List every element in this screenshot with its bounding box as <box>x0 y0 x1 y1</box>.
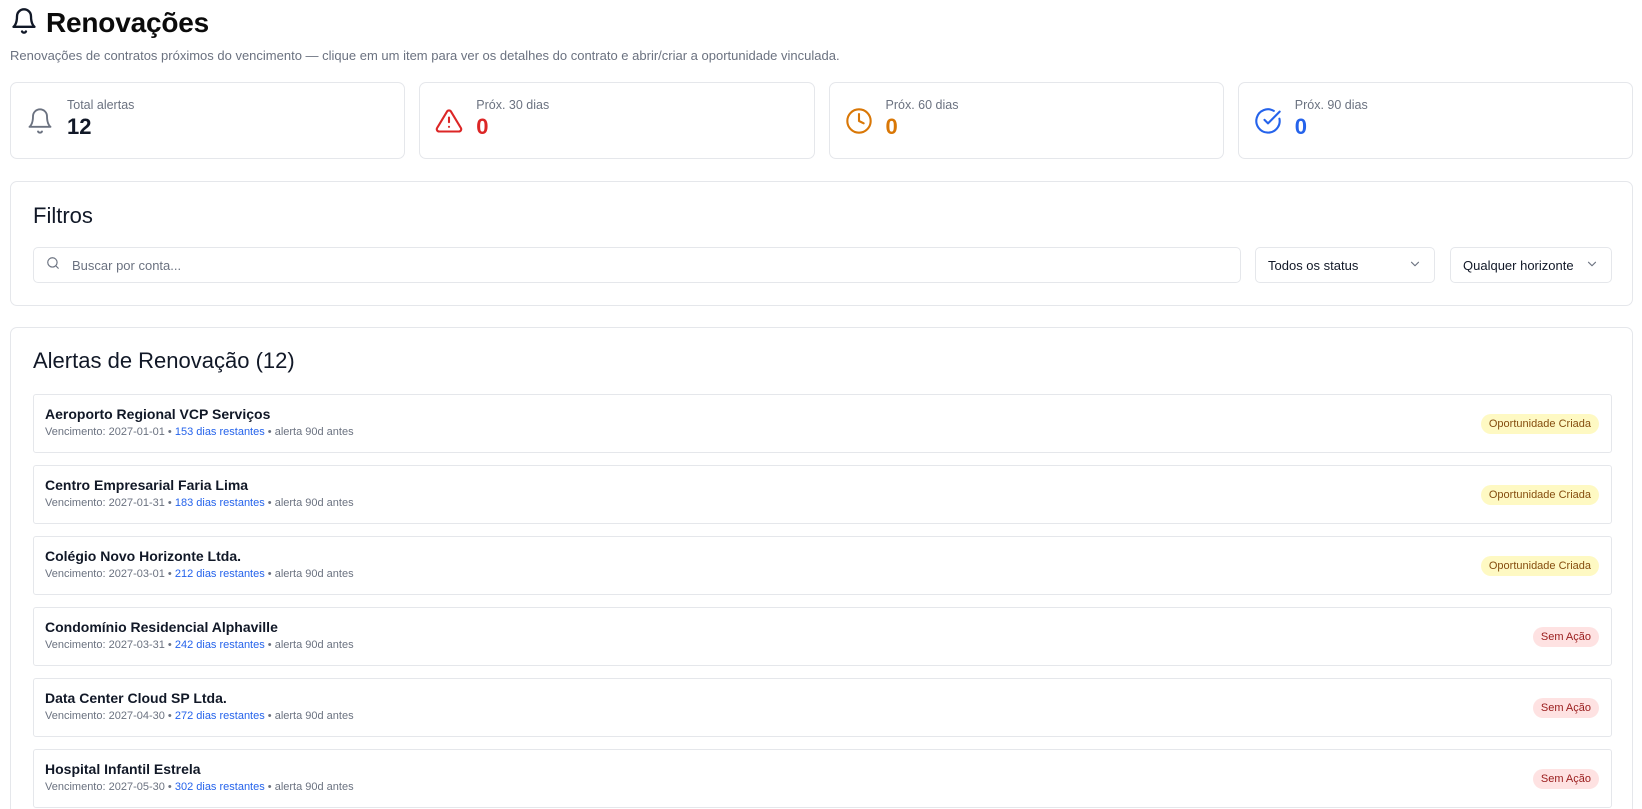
alert-account-name: Centro Empresarial Faria Lima <box>45 477 249 493</box>
stat-label: Total alertas <box>67 97 135 112</box>
title-row: Renovações <box>10 6 1630 40</box>
alert-meta: Vencimento: 2027-04-30 • 272 dias restan… <box>45 710 354 722</box>
stat-label: Próx. 90 dias <box>1294 97 1368 112</box>
status-select[interactable]: Todos os status <box>1255 247 1435 283</box>
horizon-select[interactable]: Qualquer horizonte <box>1450 247 1612 283</box>
status-badge: Oportunidade Criada <box>1480 414 1599 434</box>
filters-title: Filtros <box>33 203 93 228</box>
alert-account-name: Condomínio Residencial Alphaville <box>45 619 278 635</box>
alert-item[interactable]: Condomínio Residencial Alphaville Vencim… <box>33 607 1612 666</box>
search-box[interactable] <box>33 247 1241 283</box>
stat-card-90-days: Próx. 90 dias 0 <box>1237 82 1633 159</box>
status-badge: Oportunidade Criada <box>1480 556 1599 576</box>
check-circle-icon <box>1253 106 1283 136</box>
stat-label: Próx. 60 dias <box>885 97 959 112</box>
alert-days-remaining: 272 dias restantes <box>174 710 265 722</box>
alert-meta: Vencimento: 2027-01-01 • 153 dias restan… <box>45 426 354 438</box>
alert-meta: Vencimento: 2027-01-31 • 183 dias restan… <box>45 497 354 509</box>
alert-item[interactable]: Colégio Novo Horizonte Ltda. Vencimento:… <box>33 536 1612 595</box>
alert-lead-time: alerta 90d antes <box>274 497 354 509</box>
alert-days-remaining: 153 dias restantes <box>174 426 265 438</box>
alert-days-remaining: 302 dias restantes <box>174 781 265 793</box>
search-icon <box>46 256 60 275</box>
alert-lead-time: alerta 90d antes <box>274 568 354 580</box>
alert-days-remaining: 183 dias restantes <box>174 497 265 509</box>
alert-meta: Vencimento: 2027-03-31 • 242 dias restan… <box>45 639 354 651</box>
alert-account-name: Hospital Infantil Estrela <box>45 761 201 777</box>
search-input[interactable] <box>72 257 1172 273</box>
stats-row: Total alertas 12 Próx. 30 dias 0 Próx. 6… <box>10 82 1633 159</box>
alerts-panel: Alertas de Renovação (12) Aeroporto Regi… <box>10 327 1633 809</box>
bell-icon <box>10 7 38 40</box>
alert-due-date: Vencimento: 2027-05-30 <box>45 781 165 793</box>
alerts-title: Alertas de Renovação (12) <box>33 348 295 373</box>
stat-card-total: Total alertas 12 <box>10 82 406 159</box>
alert-days-remaining: 212 dias restantes <box>174 568 265 580</box>
alert-lead-time: alerta 90d antes <box>274 639 354 651</box>
alert-due-date: Vencimento: 2027-01-01 <box>45 426 165 438</box>
status-select-value: Todos os status <box>1268 257 1359 273</box>
alert-item[interactable]: Aeroporto Regional VCP Serviços Vencimen… <box>33 394 1612 453</box>
status-badge: Oportunidade Criada <box>1480 485 1599 505</box>
alert-list: Aeroporto Regional VCP Serviços Vencimen… <box>33 394 1612 809</box>
alert-item[interactable]: Hospital Infantil Estrela Vencimento: 20… <box>33 749 1612 808</box>
page-title: Renovações <box>46 7 209 38</box>
alert-due-date: Vencimento: 2027-03-01 <box>45 568 165 580</box>
alert-meta: Vencimento: 2027-03-01 • 212 dias restan… <box>45 568 354 580</box>
stat-label: Próx. 30 dias <box>476 97 550 112</box>
stat-value: 0 <box>1294 113 1307 139</box>
chevron-down-icon <box>1585 257 1599 274</box>
stat-value: 12 <box>67 113 92 139</box>
status-badge: Sem Ação <box>1532 769 1599 789</box>
status-badge: Sem Ação <box>1532 698 1599 718</box>
alert-account-name: Colégio Novo Horizonte Ltda. <box>45 548 241 564</box>
stat-card-30-days: Próx. 30 dias 0 <box>419 82 815 159</box>
clock-icon <box>844 106 874 136</box>
alert-due-date: Vencimento: 2027-01-31 <box>45 497 165 509</box>
chevron-down-icon <box>1408 257 1422 274</box>
page-subtitle: Renovações de contratos próximos do venc… <box>10 48 840 63</box>
alert-account-name: Data Center Cloud SP Ltda. <box>45 690 227 706</box>
filters-panel: Filtros Todos os status Qualquer horizon… <box>10 181 1633 306</box>
alert-item[interactable]: Data Center Cloud SP Ltda. Vencimento: 2… <box>33 678 1612 737</box>
page-header: Renovações Renovações de contratos próxi… <box>10 6 1630 63</box>
stat-value: 0 <box>885 113 898 139</box>
alert-lead-time: alerta 90d antes <box>274 781 354 793</box>
alert-lead-time: alerta 90d antes <box>274 710 354 722</box>
alert-due-date: Vencimento: 2027-04-30 <box>45 710 165 722</box>
horizon-select-value: Qualquer horizonte <box>1463 257 1574 273</box>
alert-lead-time: alerta 90d antes <box>274 426 354 438</box>
stat-value: 0 <box>476 113 489 139</box>
alert-due-date: Vencimento: 2027-03-31 <box>45 639 165 651</box>
alert-meta: Vencimento: 2027-05-30 • 302 dias restan… <box>45 781 354 793</box>
stat-card-60-days: Próx. 60 dias 0 <box>828 82 1224 159</box>
status-badge: Sem Ação <box>1532 627 1599 647</box>
alert-account-name: Aeroporto Regional VCP Serviços <box>45 406 271 422</box>
alert-item[interactable]: Centro Empresarial Faria Lima Vencimento… <box>33 465 1612 524</box>
bell-icon <box>25 106 55 136</box>
alert-days-remaining: 242 dias restantes <box>174 639 265 651</box>
alert-triangle-icon <box>434 106 464 136</box>
